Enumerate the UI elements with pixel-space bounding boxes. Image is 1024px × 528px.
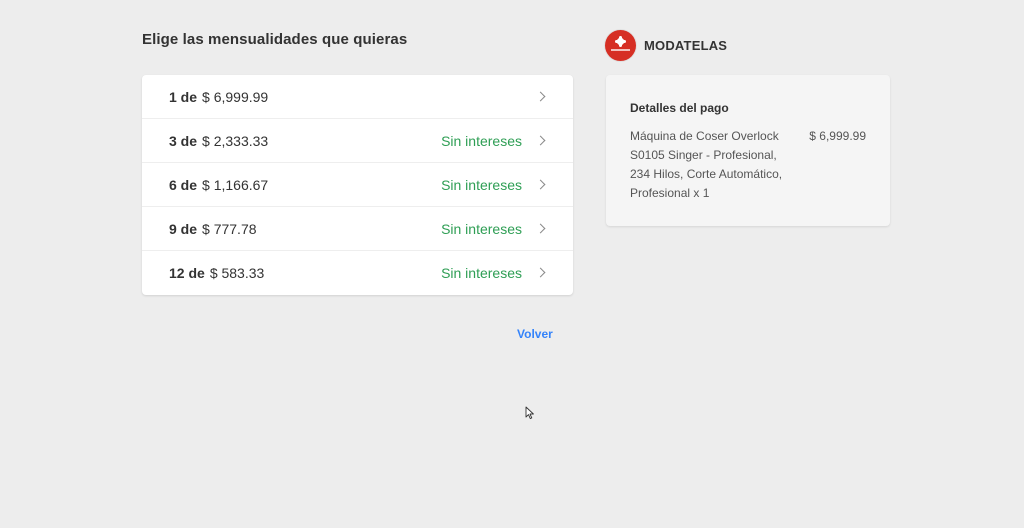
installments-list: 1 de $ 6,999.99 3 de $ 2,333.33 Sin intere… (142, 75, 573, 295)
merchant-header: MODATELAS (605, 30, 727, 61)
installment-label: 3 de $ 2,333.33 (169, 133, 268, 149)
modatelas-logo (605, 30, 636, 61)
installment-count: 3 de (169, 133, 198, 149)
installment-label: 12 de $ 583.33 (169, 265, 264, 281)
installment-option-3[interactable]: 3 de $ 2,333.33 Sin intereses (142, 119, 573, 163)
payment-details-title: Detalles del pago (630, 101, 729, 115)
installment-option-9[interactable]: 9 de $ 777.78 Sin intereses (142, 207, 573, 251)
chevron-right-icon (535, 179, 546, 190)
installment-option-12[interactable]: 12 de $ 583.33 Sin intereses (142, 251, 573, 295)
installment-label: 6 de $ 1,166.67 (169, 177, 268, 193)
chevron-right-icon (535, 223, 546, 234)
installment-count: 6 de (169, 177, 198, 193)
installment-amount: $ 2,333.33 (202, 133, 269, 149)
mouse-cursor-icon (525, 406, 534, 420)
installment-option-6[interactable]: 6 de $ 1,166.67 Sin intereses (142, 163, 573, 207)
interest-badge: Sin intereses (441, 221, 522, 237)
product-description: Máquina de Coser Overlock S0105 Singer -… (630, 129, 783, 200)
interest-badge: Sin intereses (441, 265, 522, 281)
interest-badge: Sin intereses (441, 133, 522, 149)
flower-icon (615, 37, 626, 46)
installment-count: 1 de (169, 89, 198, 105)
chevron-right-icon (535, 91, 546, 102)
installment-label: 1 de $ 6,999.99 (169, 89, 268, 105)
page-title: Elige las mensualidades que quieras (142, 31, 408, 48)
installment-option-1[interactable]: 1 de $ 6,999.99 (142, 75, 573, 119)
installment-count: 9 de (169, 221, 198, 237)
product-price: $ 6,999.99 (809, 129, 866, 143)
installment-amount: $ 6,999.99 (202, 89, 269, 105)
installment-amount: $ 583.33 (209, 265, 265, 281)
interest-badge: Sin intereses (441, 177, 522, 193)
installment-label: 9 de $ 777.78 (169, 221, 257, 237)
chevron-right-icon (535, 135, 546, 146)
installment-count: 12 de (169, 265, 205, 281)
installment-amount: $ 777.78 (202, 221, 257, 237)
payment-details-card: Detalles del pago Máquina de Coser Overl… (606, 75, 890, 226)
installment-amount: $ 1,166.67 (202, 177, 269, 193)
chevron-right-icon (535, 267, 546, 278)
logo-tagline (611, 49, 630, 51)
merchant-name: MODATELAS (644, 38, 728, 53)
back-link[interactable]: Volver (517, 327, 553, 341)
